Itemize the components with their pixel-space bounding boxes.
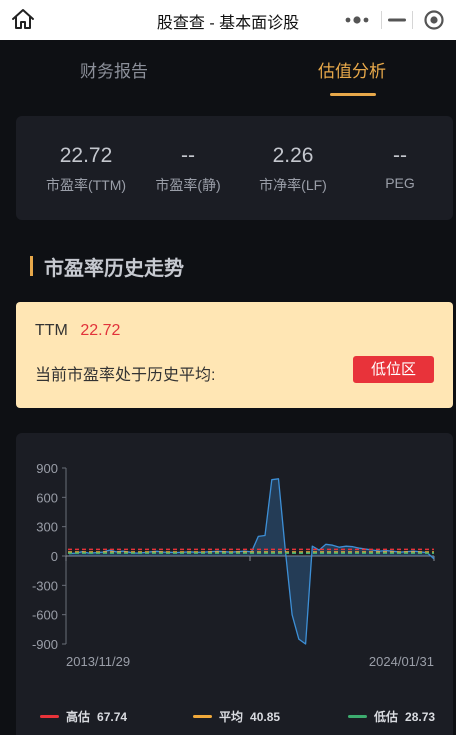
metric-pe-ttm: 22.72 市盈率(TTM) — [31, 144, 141, 195]
section-accent-bar — [30, 256, 33, 276]
y-tick-label: -900 — [32, 637, 58, 652]
metric-label: 市盈率(TTM) — [45, 177, 127, 193]
metric-value: 22.72 — [59, 144, 113, 167]
legend-value: 67.74 — [97, 709, 128, 724]
metric-label: 市盈率(静) — [155, 177, 221, 193]
minimize-button[interactable] — [382, 4, 412, 36]
title-bar: 股查查 - 基本面诊股 — [0, 0, 456, 40]
pe-status-card: TTM 22.72 当前市盈率处于历史平均: 低位区 — [16, 302, 453, 408]
pe-ttm-series-line — [68, 478, 435, 645]
ttm-label: TTM — [35, 322, 68, 339]
x-tick-label: 2013/11/29 — [66, 654, 130, 669]
metric-peg: -- PEG — [345, 144, 455, 191]
tab-financial-report[interactable]: 财务报告 — [80, 57, 148, 82]
metric-label: PEG — [385, 175, 415, 191]
metric-value: -- — [393, 144, 407, 167]
x-tick-label: 2024/01/31 — [369, 654, 434, 669]
tab-bar: 财务报告 估值分析 — [0, 40, 456, 100]
legend-value: 40.85 — [250, 709, 281, 724]
legend-label: 高估 — [66, 710, 91, 724]
legend-swatch-high — [40, 715, 59, 718]
mini-program-capsule — [332, 4, 456, 36]
ttm-row: TTM 22.72 — [35, 322, 120, 340]
section-header: 市盈率历史走势 — [30, 254, 184, 280]
status-badge: 低位区 — [353, 356, 434, 383]
legend-value: 28.73 — [405, 709, 436, 724]
metric-value: 2.26 — [272, 144, 314, 167]
legend-item-average: 平均 40.85 — [193, 708, 280, 725]
more-dots-icon — [345, 16, 368, 24]
series-area — [69, 478, 434, 644]
tab-valuation-analysis[interactable]: 估值分析 — [318, 57, 386, 82]
y-tick-label: -300 — [32, 578, 58, 593]
pe-history-chart: 900 600 300 0 -300 -600 -900 2013/11/29 2024/01/… — [32, 461, 435, 669]
ttm-value: 22.72 — [80, 322, 121, 339]
y-tick-label: 0 — [51, 549, 58, 564]
legend-item-low: 低估 28.73 — [348, 708, 435, 725]
pe-history-chart-card: 900 600 300 0 -300 -600 -900 2013/11/29 2024/01/… — [16, 433, 453, 735]
y-tick-label: 300 — [36, 520, 58, 535]
active-tab-indicator — [330, 93, 376, 96]
metric-pb-lf: 2.26 市净率(LF) — [238, 144, 348, 195]
more-button[interactable] — [332, 4, 381, 36]
legend-swatch-average — [193, 715, 212, 718]
minimize-icon — [387, 18, 406, 22]
y-tick-label: 600 — [36, 490, 58, 505]
legend-label: 低估 — [374, 710, 399, 724]
status-text: 当前市盈率处于历史平均: — [35, 367, 216, 384]
y-tick-label: -600 — [32, 608, 58, 623]
valuation-metrics-card: 22.72 市盈率(TTM) -- 市盈率(静) 2.26 市净率(LF) --… — [16, 116, 453, 220]
metric-value: -- — [181, 144, 195, 167]
legend-swatch-low — [348, 715, 367, 718]
legend-item-high: 高估 67.74 — [40, 708, 127, 725]
metric-pe-static: -- 市盈率(静) — [133, 144, 243, 195]
y-tick-label: 900 — [36, 461, 58, 476]
metric-label: 市净率(LF) — [259, 177, 327, 193]
legend-label: 平均 — [219, 710, 244, 724]
close-target-icon — [424, 10, 444, 30]
section-title: 市盈率历史走势 — [44, 257, 184, 280]
close-button[interactable] — [413, 4, 456, 36]
